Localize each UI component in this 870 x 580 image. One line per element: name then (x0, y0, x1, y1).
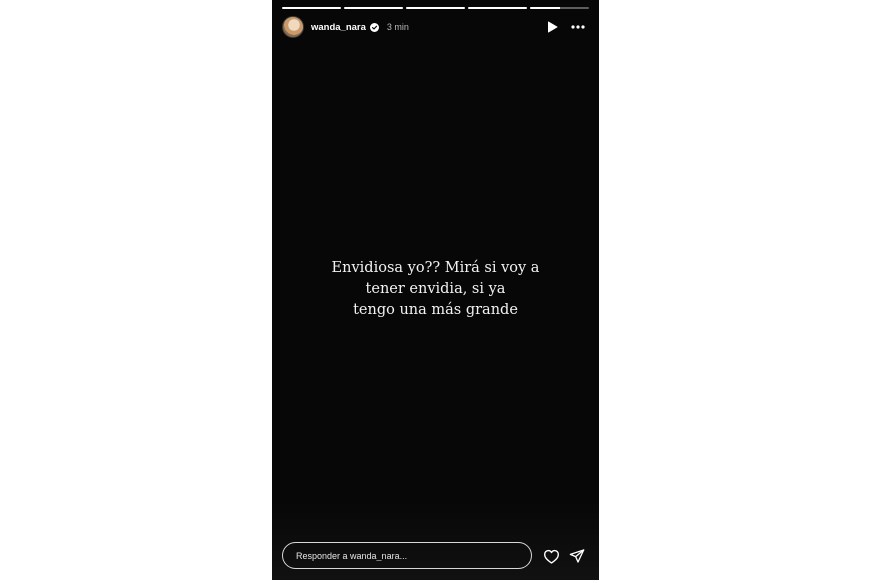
like-button[interactable] (541, 546, 561, 566)
play-icon (547, 21, 557, 33)
share-button[interactable] (567, 546, 587, 566)
story-header: wanda_nara 3 min (282, 15, 587, 39)
story-progress-bar (282, 7, 589, 9)
heart-icon (543, 549, 559, 564)
progress-segment (406, 7, 465, 9)
progress-segment (344, 7, 403, 9)
caption-line: tengo una más grande (353, 302, 518, 318)
story-caption: Envidiosa yo?? Mirá si voy a tener envid… (272, 258, 599, 321)
send-icon (569, 549, 585, 563)
reply-input[interactable] (296, 550, 516, 561)
reply-field-wrapper[interactable] (282, 542, 532, 569)
caption-line: Envidiosa yo?? Mirá si voy a (331, 260, 540, 276)
username[interactable]: wanda_nara (311, 22, 366, 33)
play-button[interactable] (543, 18, 561, 36)
more-horizontal-icon (571, 25, 585, 29)
progress-segment (530, 7, 589, 9)
progress-segment (282, 7, 341, 9)
avatar[interactable] (282, 16, 304, 38)
post-time: 3 min (386, 22, 409, 32)
verified-badge-icon (369, 22, 379, 32)
progress-segment (468, 7, 527, 9)
caption-line: tener envidia, si ya (365, 281, 506, 297)
more-options-button[interactable] (569, 18, 587, 36)
story-viewer[interactable]: wanda_nara 3 min Envidiosa yo?? Mirá si … (272, 0, 599, 580)
